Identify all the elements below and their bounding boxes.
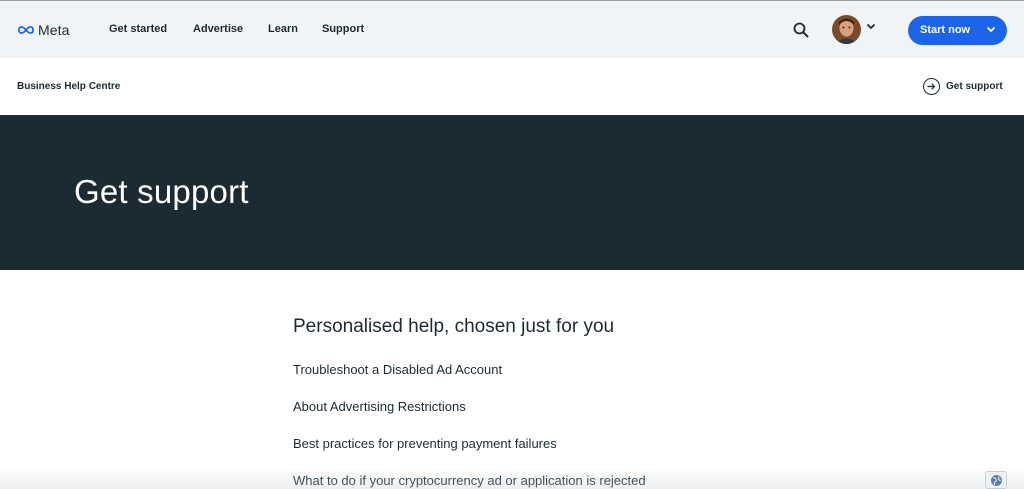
avatar-image <box>832 15 861 44</box>
globe-icon <box>990 474 1002 486</box>
sub-navigation-bar: Business Help Centre Get support <box>0 58 1024 115</box>
meta-logo[interactable]: Meta <box>17 21 70 39</box>
section-heading: Personalised help, chosen just for you <box>293 316 615 337</box>
search-icon[interactable] <box>792 21 810 39</box>
get-support-link[interactable]: Get support <box>923 77 1003 95</box>
arrow-right-circle-icon <box>923 77 940 95</box>
get-support-label: Get support <box>946 80 1003 92</box>
avatar[interactable] <box>832 15 861 44</box>
nav-learn[interactable]: Learn <box>268 23 298 35</box>
help-link-cryptocurrency-ad[interactable]: What to do if your cryptocurrency ad or … <box>293 473 646 488</box>
help-link-payment-failures[interactable]: Best practices for preventing payment fa… <box>293 436 557 451</box>
nav-support[interactable]: Support <box>322 23 364 35</box>
meta-infinity-icon <box>18 26 34 34</box>
top-navigation-bar: Meta Get started Advertise Learn Support… <box>0 0 1024 58</box>
hero-banner: Get support <box>0 115 1024 270</box>
chevron-down-icon[interactable] <box>866 23 876 31</box>
help-link-advertising-restrictions[interactable]: About Advertising Restrictions <box>293 399 466 414</box>
logo-text: Meta <box>38 22 70 38</box>
help-link-disabled-ad-account[interactable]: Troubleshoot a Disabled Ad Account <box>293 362 502 377</box>
nav-get-started[interactable]: Get started <box>109 23 167 35</box>
page-title: Get support <box>74 173 249 210</box>
nav-advertise[interactable]: Advertise <box>193 23 243 35</box>
language-button[interactable] <box>985 471 1007 489</box>
start-now-label: Start now <box>920 24 971 36</box>
start-now-button[interactable]: Start now <box>908 16 1007 45</box>
chevron-down-icon <box>987 27 995 32</box>
breadcrumb[interactable]: Business Help Centre <box>17 81 120 92</box>
